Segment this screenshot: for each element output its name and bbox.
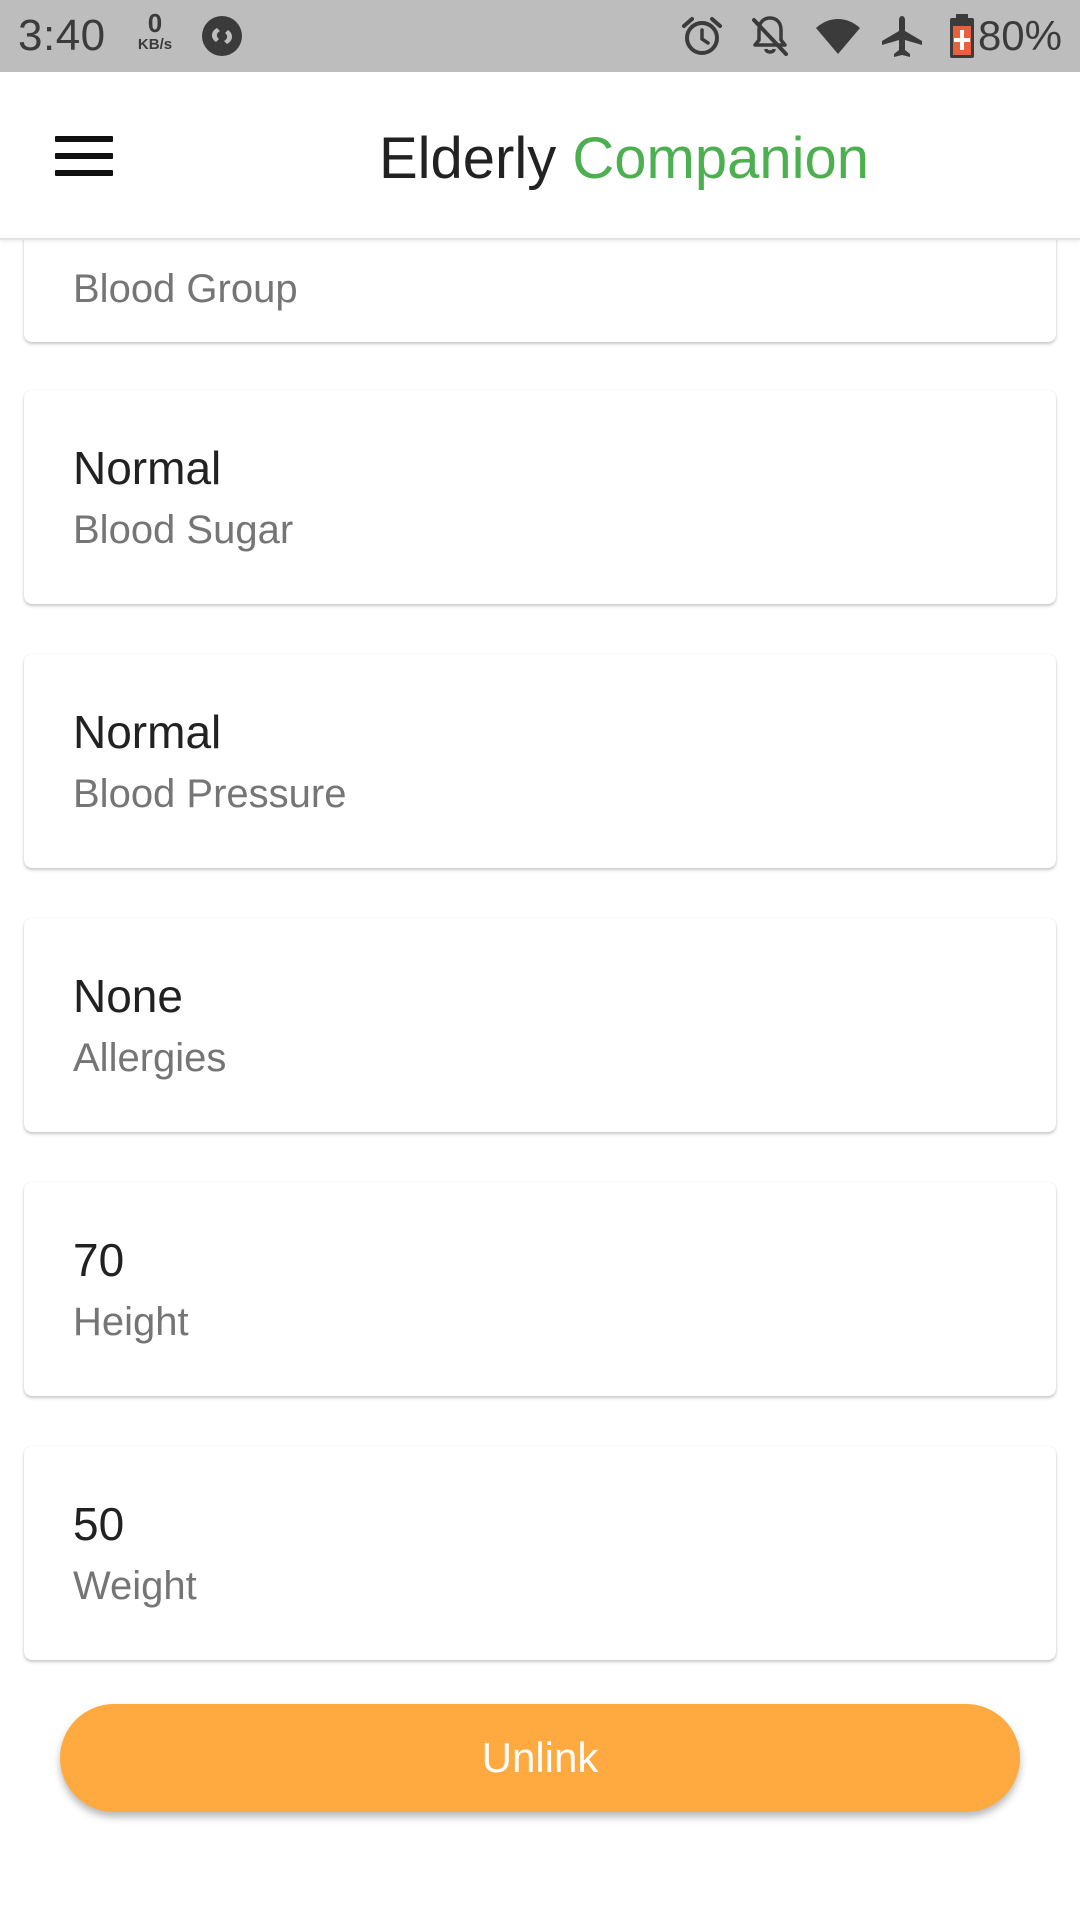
blood-sugar-card: Normal Blood Sugar bbox=[24, 390, 1056, 604]
network-speed-indicator: 0 KB/s bbox=[134, 10, 176, 54]
status-bar: 3:40 0 KB/s 80% bbox=[0, 0, 1080, 72]
network-speed-unit: KB/s bbox=[137, 36, 173, 53]
blood-sugar-value: Normal bbox=[73, 442, 222, 494]
app-title-part2: Companion bbox=[572, 126, 870, 191]
allergies-label: Allergies bbox=[73, 1036, 227, 1080]
height-value: 70 bbox=[73, 1234, 125, 1286]
app-title: Elderly Companion bbox=[0, 124, 1080, 194]
blood-pressure-value: Normal bbox=[73, 706, 222, 758]
wifi-icon bbox=[814, 12, 862, 60]
blood-pressure-card: Normal Blood Pressure bbox=[24, 654, 1056, 868]
blood-group-label: Blood Group bbox=[73, 267, 298, 311]
blood-group-card: Blood Group bbox=[24, 240, 1056, 342]
weight-card: 50 Weight bbox=[24, 1446, 1056, 1660]
height-card: 70 Height bbox=[24, 1182, 1056, 1396]
unlink-button[interactable]: Unlink bbox=[60, 1704, 1020, 1812]
notifications-off-icon bbox=[746, 12, 794, 60]
app-title-part1: Elderly bbox=[378, 126, 557, 191]
airplane-mode-icon bbox=[878, 12, 926, 60]
battery-percentage: 80% bbox=[977, 12, 1062, 59]
hamburger-menu-icon bbox=[55, 136, 113, 176]
menu-button[interactable] bbox=[40, 116, 128, 196]
allergies-card: None Allergies bbox=[24, 918, 1056, 1132]
shazam-icon bbox=[198, 12, 246, 60]
blood-sugar-label: Blood Sugar bbox=[73, 508, 294, 552]
height-label: Height bbox=[73, 1300, 189, 1344]
app-bar: Elderly Companion bbox=[0, 72, 1080, 240]
alarm-icon bbox=[678, 12, 726, 60]
health-details-list[interactable]: Blood Group Normal Blood Sugar Normal Bl… bbox=[0, 240, 1080, 1920]
weight-label: Weight bbox=[73, 1564, 197, 1608]
weight-value: 50 bbox=[73, 1498, 125, 1550]
blood-pressure-label: Blood Pressure bbox=[73, 772, 347, 816]
allergies-value: None bbox=[73, 970, 183, 1022]
network-speed-value: 0 bbox=[147, 8, 163, 38]
status-time: 3:40 bbox=[18, 11, 106, 60]
